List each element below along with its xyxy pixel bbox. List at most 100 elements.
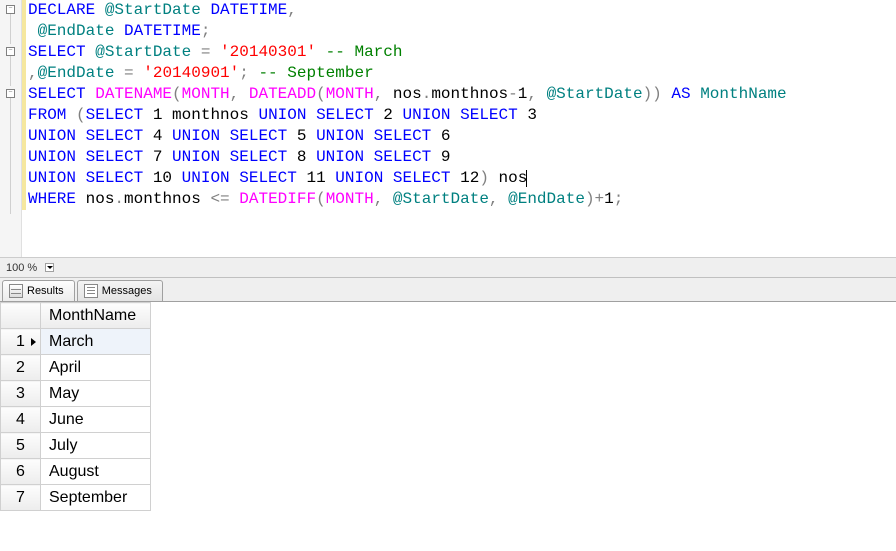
code-token: ( — [316, 190, 326, 208]
results-tabs: Results Messages — [0, 278, 896, 302]
row-number[interactable]: 6 — [1, 459, 41, 485]
grid-cell[interactable]: March — [41, 329, 151, 355]
code-line[interactable]: UNION SELECT 4 UNION SELECT 5 UNION SELE… — [28, 126, 896, 147]
code-token: SELECT — [28, 43, 95, 61]
code-token: = — [201, 43, 220, 61]
grid-cell[interactable]: September — [41, 485, 151, 511]
sql-editor[interactable]: DECLARE @StartDate DATETIME, @EndDate DA… — [0, 0, 896, 258]
code-token: UNION — [335, 169, 393, 187]
code-token: SELECT — [28, 85, 95, 103]
code-line[interactable]: @EndDate DATETIME; — [28, 21, 896, 42]
code-token: 12 — [460, 169, 479, 187]
code-token: MONTH — [326, 190, 374, 208]
code-token: AS — [671, 85, 700, 103]
code-token: UNION — [316, 127, 374, 145]
code-token: DATETIME — [124, 22, 201, 40]
fold-line — [10, 98, 11, 214]
grid-icon — [9, 284, 23, 298]
code-token: , — [287, 1, 297, 19]
table-row[interactable]: 7September — [1, 485, 151, 511]
row-number[interactable]: 7 — [1, 485, 41, 511]
code-line[interactable]: SELECT DATENAME(MONTH, DATEADD(MONTH, no… — [28, 84, 896, 105]
code-token: UNION — [258, 106, 316, 124]
fold-toggle-icon[interactable] — [6, 47, 15, 56]
code-token: ; — [239, 64, 258, 82]
code-token: 11 — [306, 169, 335, 187]
grid-cell[interactable]: April — [41, 355, 151, 381]
code-token: FROM — [28, 106, 76, 124]
code-token: 1 monthnos — [153, 106, 259, 124]
code-token: , — [28, 64, 38, 82]
code-token: )+ — [585, 190, 604, 208]
code-token: UNION — [403, 106, 461, 124]
code-line[interactable]: UNION SELECT 7 UNION SELECT 8 UNION SELE… — [28, 147, 896, 168]
fold-gutter — [0, 0, 22, 257]
grid-cell[interactable]: July — [41, 433, 151, 459]
code-line[interactable]: FROM (SELECT 1 monthnos UNION SELECT 2 U… — [28, 105, 896, 126]
code-token: 5 — [297, 127, 316, 145]
grid-cell[interactable]: May — [41, 381, 151, 407]
code-token: DATENAME — [95, 85, 172, 103]
code-line[interactable]: WHERE nos.monthnos <= DATEDIFF(MONTH, @S… — [28, 189, 896, 210]
fold-toggle-icon[interactable] — [6, 89, 15, 98]
zoom-dropdown-icon[interactable] — [45, 263, 54, 272]
code-token: ; — [614, 190, 624, 208]
zoom-bar: 100 % — [0, 258, 896, 278]
fold-line — [10, 14, 11, 44]
code-token: UNION — [28, 169, 86, 187]
code-line[interactable]: ,@EndDate = '20140901'; -- September — [28, 63, 896, 84]
code-token: UNION — [28, 127, 86, 145]
table-row[interactable]: 1March — [1, 329, 151, 355]
tab-results[interactable]: Results — [2, 280, 75, 301]
code-token: . — [422, 85, 432, 103]
code-content[interactable]: DECLARE @StartDate DATETIME, @EndDate DA… — [22, 0, 896, 210]
code-line[interactable]: UNION SELECT 10 UNION SELECT 11 UNION SE… — [28, 168, 896, 189]
table-row[interactable]: 6August — [1, 459, 151, 485]
row-number[interactable]: 3 — [1, 381, 41, 407]
code-token: UNION — [28, 148, 86, 166]
code-token: ( — [316, 85, 326, 103]
code-token: 7 — [153, 148, 172, 166]
code-token: SELECT — [86, 127, 153, 145]
code-token: 4 — [153, 127, 172, 145]
code-token: @EndDate — [38, 64, 124, 82]
code-token: . — [114, 190, 124, 208]
code-token: 1 — [604, 190, 614, 208]
grid-corner[interactable] — [1, 303, 41, 329]
code-token: SELECT — [230, 148, 297, 166]
text-caret — [526, 170, 527, 187]
code-token: nos — [393, 85, 422, 103]
tab-messages-label: Messages — [102, 285, 152, 297]
table-row[interactable]: 4June — [1, 407, 151, 433]
code-token: , — [230, 85, 249, 103]
code-token: - — [508, 85, 518, 103]
row-number[interactable]: 4 — [1, 407, 41, 433]
code-token: @StartDate — [547, 85, 643, 103]
code-token: @EndDate — [28, 22, 124, 40]
results-grid[interactable]: MonthName1March2April3May4June5July6Augu… — [0, 302, 151, 511]
code-token: = — [124, 64, 143, 82]
code-token: '20140301' — [220, 43, 326, 61]
table-row[interactable]: 2April — [1, 355, 151, 381]
grid-cell[interactable]: August — [41, 459, 151, 485]
tab-messages[interactable]: Messages — [77, 280, 163, 301]
code-token: MonthName — [700, 85, 786, 103]
code-token: SELECT — [460, 106, 527, 124]
row-number[interactable]: 2 — [1, 355, 41, 381]
code-token: ( — [76, 106, 86, 124]
table-row[interactable]: 5July — [1, 433, 151, 459]
column-header[interactable]: MonthName — [41, 303, 151, 329]
code-token: DECLARE — [28, 1, 105, 19]
code-line[interactable]: SELECT @StartDate = '20140301' -- March — [28, 42, 896, 63]
row-number[interactable]: 1 — [1, 329, 41, 355]
code-token: 1 — [518, 85, 528, 103]
code-pane[interactable]: DECLARE @StartDate DATETIME, @EndDate DA… — [22, 0, 896, 257]
table-row[interactable]: 3May — [1, 381, 151, 407]
code-token: UNION — [182, 169, 240, 187]
grid-cell[interactable]: June — [41, 407, 151, 433]
code-token: MONTH — [182, 85, 230, 103]
row-number[interactable]: 5 — [1, 433, 41, 459]
code-token: SELECT — [393, 169, 460, 187]
fold-toggle-icon[interactable] — [6, 5, 15, 14]
code-line[interactable]: DECLARE @StartDate DATETIME, — [28, 0, 896, 21]
